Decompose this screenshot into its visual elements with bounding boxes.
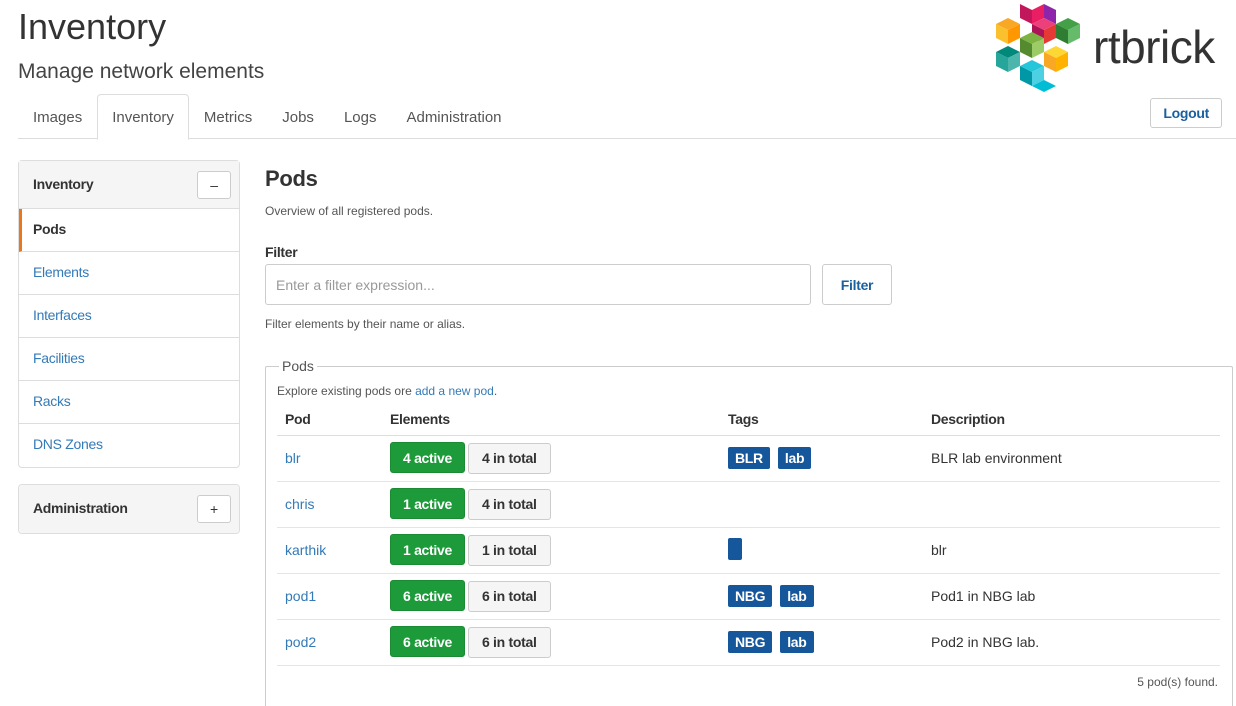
explore-prefix: Explore existing pods ore [277,384,416,398]
pod-link[interactable]: pod1 [285,588,316,604]
tab-inventory[interactable]: Inventory [97,94,189,140]
total-elements-button[interactable]: 6 in total [467,581,551,612]
elements-cell: 6 active 6 in total [382,573,720,620]
filter-input[interactable] [265,264,811,305]
logout-button[interactable]: Logout [1150,98,1222,128]
tab-images[interactable]: Images [18,94,97,139]
administration-panel-title: Administration [33,500,128,516]
table-row: chris 1 active 4 in total [277,481,1220,528]
pod-cell: pod2 [277,619,382,666]
tag-badge: lab [777,447,812,469]
total-elements-button[interactable]: 6 in total [467,627,551,658]
tag-badge: lab [780,585,814,607]
elements-cell: 6 active 6 in total [382,619,720,666]
sidebar-item-racks[interactable]: Racks [19,381,239,424]
description-cell: blr [923,527,1220,574]
rtbrick-logo: rtbrick [986,0,1234,98]
table-row: pod2 6 active 6 in total NBG lab Pod2 in N… [277,619,1220,666]
tag-badge [728,537,742,560]
description-cell: Pod2 in NBG lab. [923,619,1220,666]
active-elements-button[interactable]: 1 active [390,534,465,565]
add-pod-link[interactable]: add a new pod [415,384,494,398]
sidebar-item-elements[interactable]: Elements [19,252,239,295]
description-cell: BLR lab environment [923,435,1220,482]
pod-cell: pod1 [277,573,382,620]
table-header-row: Pod Elements Tags Description [277,403,1220,436]
elements-cell: 1 active 4 in total [382,481,720,528]
pod-link[interactable]: blr [285,450,301,466]
tab-administration[interactable]: Administration [391,94,516,139]
filter-button[interactable]: Filter [822,264,892,305]
explore-suffix: . [493,384,498,398]
collapse-button[interactable]: – [197,171,231,199]
sidebar-item-interfaces[interactable]: Interfaces [19,295,239,338]
rtbrick-logo-icon [996,4,1080,92]
inventory-panel-heading: Inventory – [19,161,239,209]
administration-panel-heading: Administration + [19,485,239,533]
results-count: 5 pod(s) found. [1137,675,1218,689]
page-description: Overview of all registered pods. [265,204,434,218]
pod-cell: blr [277,435,382,482]
pod-link[interactable]: chris [285,496,315,512]
active-elements-button[interactable]: 1 active [390,488,465,519]
filter-help-text: Filter elements by their name or alias. [265,317,466,331]
page-title: Pods [265,166,318,191]
elements-cell: 4 active 4 in total [382,435,720,482]
inventory-panel-title: Inventory [33,176,94,192]
tags-cell [720,481,923,528]
sidebar-item-facilities[interactable]: Facilities [19,338,239,381]
tags-cell: BLR lab [720,435,923,482]
column-header-pod: Pod [277,403,382,436]
app-subtitle: Manage network elements [18,60,265,83]
tags-cell: NBG lab [720,573,923,620]
inventory-panel: Inventory – Pods Elements Interfaces Fac… [18,160,240,468]
main-tabs: Images Inventory Metrics Jobs Logs Admin… [18,94,1236,140]
active-elements-button[interactable]: 4 active [390,442,465,473]
total-elements-button[interactable]: 4 in total [467,489,551,520]
tab-jobs[interactable]: Jobs [267,94,329,139]
tag-badge: NBG [728,585,773,607]
tag-badge: lab [780,631,814,653]
app-title: Inventory [18,6,167,47]
column-header-description: Description [923,403,1220,436]
explore-text: Explore existing pods ore add a new pod. [277,384,497,398]
expand-button[interactable]: + [197,495,231,523]
filter-label: Filter [265,244,298,260]
table-row: karthik 1 active 1 in total blr [277,527,1220,574]
administration-panel: Administration + [18,484,240,534]
table-row: blr 4 active 4 in total BLR lab BLR lab en… [277,435,1220,482]
tab-metrics[interactable]: Metrics [189,94,267,139]
pod-link[interactable]: karthik [285,542,326,558]
pod-cell: chris [277,481,382,528]
active-elements-button[interactable]: 6 active [390,580,465,611]
pods-fieldset: Pods Explore existing pods ore add a new… [265,358,1233,706]
pod-cell: karthik [277,527,382,574]
total-elements-button[interactable]: 1 in total [467,535,551,566]
active-elements-button[interactable]: 6 active [390,626,465,657]
column-header-elements: Elements [382,403,720,436]
description-cell: Pod1 in NBG lab [923,573,1220,620]
column-header-tags: Tags [720,403,923,436]
tags-cell: NBG lab [720,619,923,666]
tags-cell [720,527,923,574]
description-cell [923,481,1220,528]
tab-logs[interactable]: Logs [329,94,392,139]
pods-table: Pod Elements Tags Description blr 4 acti… [277,403,1220,666]
table-row: pod1 6 active 6 in total NBG lab Pod1 in N… [277,573,1220,620]
tag-badge: BLR [728,447,770,469]
total-elements-button[interactable]: 4 in total [467,443,551,474]
sidebar-item-dns-zones[interactable]: DNS Zones [19,424,239,467]
elements-cell: 1 active 1 in total [382,527,720,574]
pods-legend: Pods [279,358,317,374]
logo-text: rtbrick [1093,21,1215,73]
sidebar-item-pods[interactable]: Pods [19,209,239,252]
tag-badge: NBG [728,631,773,653]
pod-link[interactable]: pod2 [285,634,316,650]
